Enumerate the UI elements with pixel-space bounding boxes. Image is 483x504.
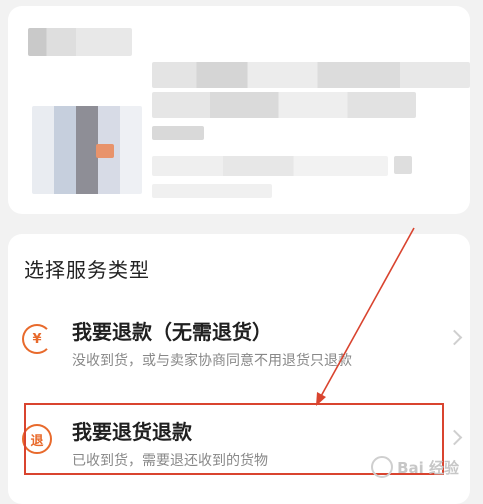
baidu-watermark: Bai 经验 xyxy=(371,456,459,478)
chevron-right-icon xyxy=(446,429,463,446)
service-option-refund-only[interactable]: ¥ 我要退款（无需退货） 没收到货，或与卖家协商同意不用退货只退款 xyxy=(8,306,470,380)
order-product-card xyxy=(8,6,470,214)
blurred-product-spec xyxy=(152,126,204,140)
blurred-product-extra xyxy=(152,184,272,198)
blurred-shop-name xyxy=(28,28,132,56)
watermark-text: Bai 经验 xyxy=(397,458,459,477)
blurred-product-thumbnail xyxy=(32,106,142,194)
blurred-thumbnail-detail xyxy=(96,144,114,158)
chevron-right-icon xyxy=(446,329,463,346)
blurred-tag-icon xyxy=(394,156,412,174)
service-option-description: 没收到货，或与卖家协商同意不用退货只退款 xyxy=(72,353,352,369)
blurred-product-title-line2 xyxy=(152,92,416,118)
paw-logo-icon xyxy=(371,456,394,478)
yuan-refund-icon: ¥ xyxy=(22,324,52,354)
blurred-product-title-line1 xyxy=(152,62,470,88)
section-title: 选择服务类型 xyxy=(24,258,150,282)
service-option-title: 我要退款（无需退货） xyxy=(72,320,272,344)
blurred-product-price xyxy=(152,156,388,176)
